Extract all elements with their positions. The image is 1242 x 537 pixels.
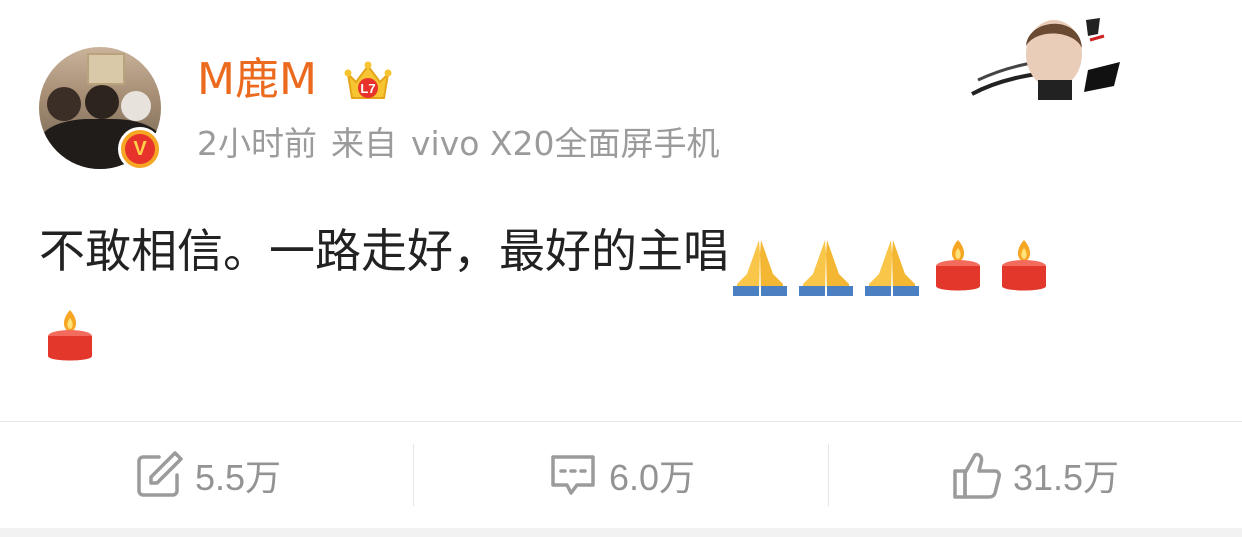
post-text: 不敢相信。一路走好，最好的主唱 [39, 224, 729, 278]
candle-icon [927, 234, 989, 296]
candle-icon [993, 234, 1055, 296]
like-button[interactable]: 31.5万 [828, 422, 1242, 528]
candle-icon [39, 304, 101, 366]
comment-button[interactable]: 6.0万 [414, 422, 828, 528]
like-count: 31.5万 [1012, 457, 1120, 498]
brand-logo[interactable] [968, 10, 1128, 100]
folded-hands-icon [729, 234, 791, 296]
source-prefix: 来自 [331, 124, 397, 163]
emoji-row-1 [729, 225, 1059, 297]
repost-icon [137, 451, 183, 497]
post-time: 2小时前 [197, 124, 317, 163]
verified-badge-icon: V [118, 127, 162, 171]
comment-count: 6.0万 [608, 457, 696, 498]
emoji-row-2 [39, 304, 105, 366]
repost-count: 5.5万 [194, 457, 282, 498]
bottom-bar [0, 528, 1242, 537]
crown-badge-icon[interactable]: L7 [344, 60, 392, 104]
weibo-post: V M鹿M L7 2小时前 来自 vivo X20全面屏手机 不敢相信。一路走好… [0, 0, 1242, 537]
crown-badge-label: L7 [360, 81, 375, 96]
action-bar: 5.5万 6.0万 31.5万 [0, 422, 1242, 528]
folded-hands-icon [861, 234, 923, 296]
folded-hands-icon [795, 234, 857, 296]
thumbs-up-icon [953, 452, 1001, 499]
source-device[interactable]: vivo X20全面屏手机 [411, 124, 720, 163]
username[interactable]: M鹿M [197, 53, 317, 107]
comment-icon [551, 455, 595, 495]
repost-button[interactable]: 5.5万 [0, 422, 414, 528]
post-meta: 2小时前 来自 vivo X20全面屏手机 [197, 122, 734, 166]
avatar[interactable]: V [39, 47, 162, 171]
post-content: 不敢相信。一路走好，最好的主唱 [39, 215, 1209, 297]
